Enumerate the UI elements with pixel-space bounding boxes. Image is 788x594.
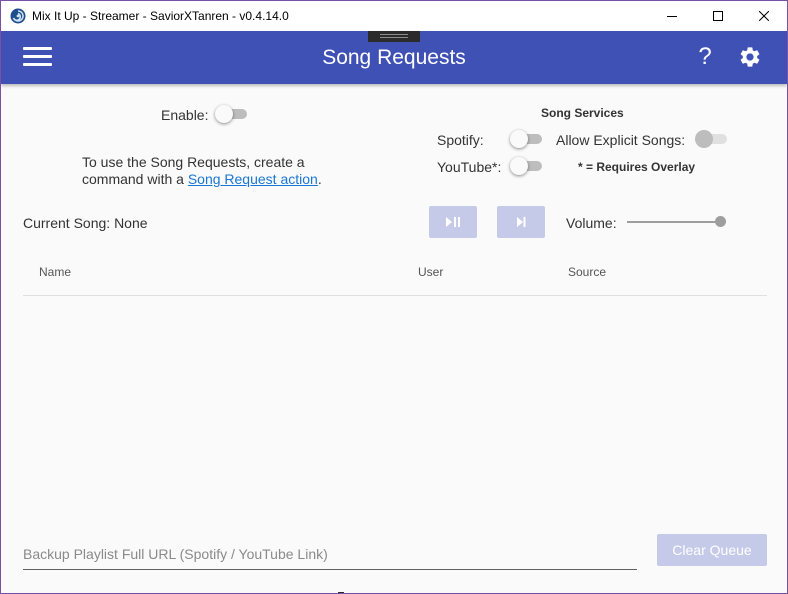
- current-song: Current Song: None: [23, 215, 148, 231]
- play-pause-icon: [446, 217, 460, 227]
- column-header-source[interactable]: Source: [568, 265, 606, 279]
- skip-button[interactable]: [497, 206, 545, 238]
- enable-toggle[interactable]: [215, 104, 249, 124]
- instructions-line-1: To use the Song Requests, create a: [82, 154, 305, 170]
- gear-icon[interactable]: [738, 45, 762, 69]
- minimize-icon: [667, 16, 677, 17]
- spotify-toggle[interactable]: [510, 129, 544, 149]
- volume-label: Volume:: [566, 215, 617, 231]
- column-header-user[interactable]: User: [418, 265, 443, 279]
- play-pause-button[interactable]: [429, 206, 477, 238]
- page-title: Song Requests: [322, 46, 466, 69]
- song-services-heading: Song Services: [541, 106, 624, 120]
- window-titlebar[interactable]: Mix It Up - Streamer - SaviorXTanren - v…: [1, 1, 787, 31]
- allow-explicit-toggle[interactable]: [695, 129, 729, 149]
- instructions-text: command with a: [82, 171, 188, 187]
- spotify-label: Spotify:: [437, 132, 484, 148]
- window-title: Mix It Up - Streamer - SaviorXTanren - v…: [32, 9, 289, 23]
- table-header-divider: [23, 295, 767, 296]
- close-icon: [759, 11, 769, 21]
- instructions-line-2: command with a Song Request action.: [82, 171, 322, 187]
- volume-slider-thumb[interactable]: [715, 216, 726, 227]
- close-button[interactable]: [741, 1, 787, 31]
- current-song-value: None: [114, 215, 148, 231]
- minimize-button[interactable]: [649, 1, 695, 31]
- backup-playlist-url-input[interactable]: [23, 539, 637, 570]
- column-header-name[interactable]: Name: [39, 265, 71, 279]
- skip-next-icon: [517, 217, 526, 227]
- youtube-label: YouTube*:: [437, 159, 502, 175]
- maximize-button[interactable]: [695, 1, 741, 31]
- maximize-icon: [713, 11, 723, 21]
- clear-queue-button[interactable]: Clear Queue: [657, 534, 767, 566]
- youtube-toggle[interactable]: [510, 156, 544, 176]
- enable-label: Enable:: [161, 107, 209, 123]
- help-icon[interactable]: ?: [695, 43, 715, 71]
- allow-explicit-label: Allow Explicit Songs:: [556, 132, 686, 148]
- app-window: Mix It Up - Streamer - SaviorXTanren - v…: [0, 0, 788, 594]
- song-request-action-link[interactable]: Song Request action: [188, 171, 318, 187]
- volume-slider-track[interactable]: [627, 221, 721, 223]
- requires-overlay-note: * = Requires Overlay: [578, 160, 696, 174]
- mix-it-up-logo-icon: [10, 8, 26, 24]
- drag-handle[interactable]: [368, 31, 420, 42]
- current-song-label: Current Song:: [23, 215, 111, 231]
- instructions-suffix: .: [317, 171, 322, 187]
